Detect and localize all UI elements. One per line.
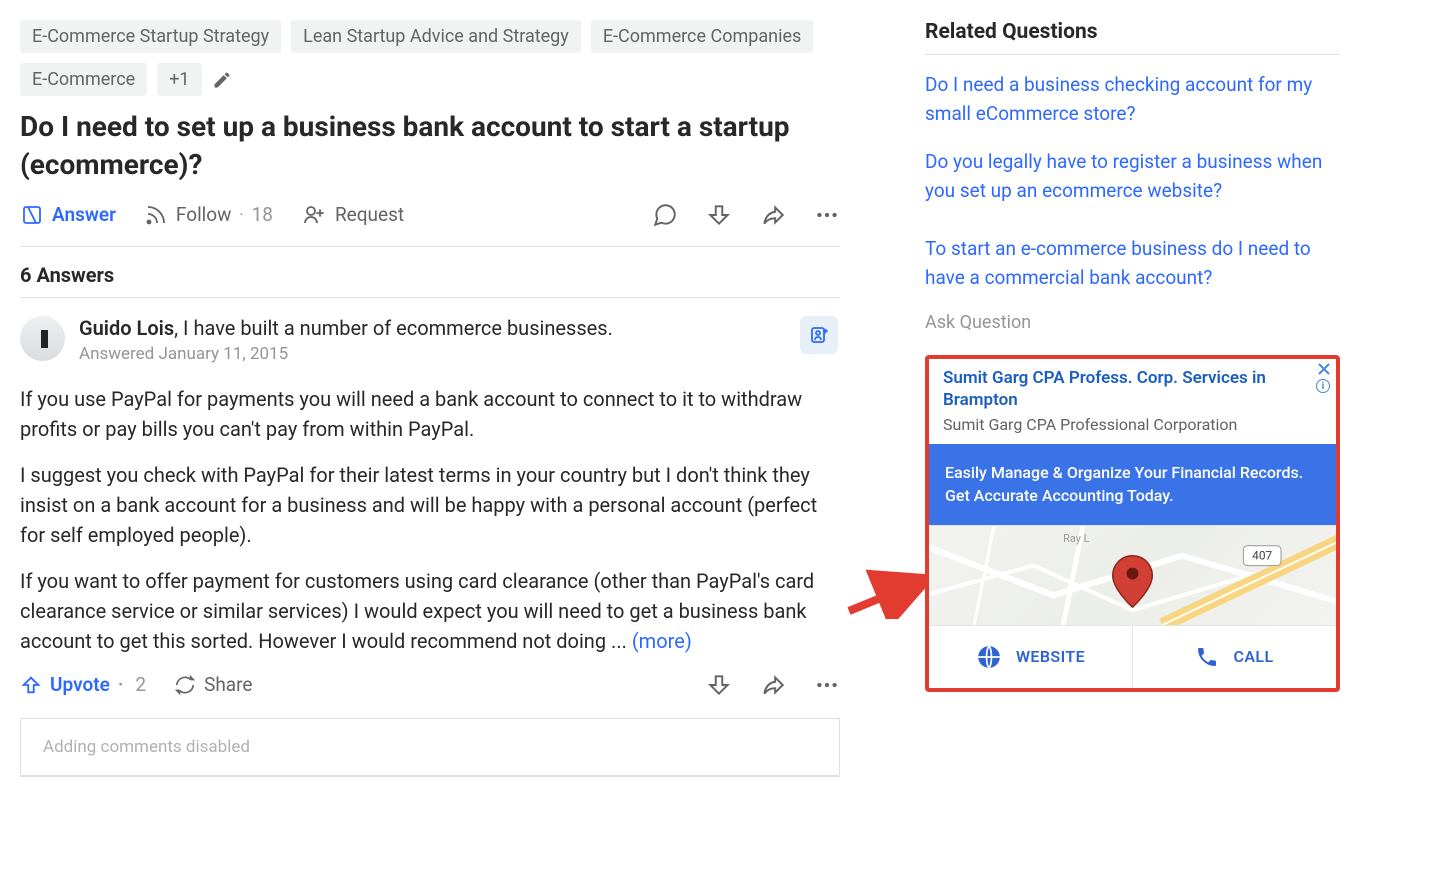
ad-button-row: WEBSITE CALL — [929, 625, 1336, 688]
globe-icon — [976, 644, 1002, 670]
ad-header: i Sumit Garg CPA Profess. Corp. Services… — [929, 359, 1336, 444]
ad-subtitle: Sumit Garg CPA Professional Corporation — [943, 415, 1322, 434]
ad-call-label: CALL — [1233, 647, 1273, 666]
ad-close-button[interactable] — [1318, 363, 1330, 379]
person-plus-icon — [807, 323, 831, 347]
comment-icon — [652, 202, 678, 228]
topic-tag-row-2: E-Commerce +1 — [20, 63, 840, 96]
follow-label: Follow — [176, 203, 232, 226]
answer-date[interactable]: Answered January 11, 2015 — [79, 344, 613, 364]
question-title: Do I need to set up a business bank acco… — [20, 108, 840, 184]
follow-button[interactable]: Follow · 18 — [144, 203, 273, 227]
answer-label: Answer — [52, 203, 116, 226]
ad-banner-text: Easily Manage & Organize Your Financial … — [929, 444, 1336, 525]
ad-info-button[interactable]: i — [1316, 379, 1330, 393]
main-content: E-Commerce Startup Strategy Lean Startup… — [20, 20, 840, 795]
map-pin-icon — [1113, 556, 1153, 607]
comment-button[interactable] — [652, 202, 678, 228]
topic-tag-row: E-Commerce Startup Strategy Lean Startup… — [20, 20, 840, 53]
share-arrow-icon — [760, 672, 786, 698]
more-icon — [814, 672, 840, 698]
upvote-icon — [20, 674, 42, 696]
ask-question-link[interactable]: Ask Question — [925, 312, 1340, 333]
related-question-link[interactable]: Do I need a business checking account fo… — [925, 71, 1340, 128]
downvote-icon — [706, 672, 732, 698]
topic-tag[interactable]: Lean Startup Advice and Strategy — [291, 20, 581, 53]
downvote-icon — [706, 202, 732, 228]
annotation-arrow-icon — [844, 569, 934, 619]
ad-call-button[interactable]: CALL — [1132, 626, 1336, 688]
divider — [925, 54, 1340, 55]
downvote-button[interactable] — [706, 202, 732, 228]
answer-header: Guido Lois, I have built a number of eco… — [20, 316, 840, 364]
follow-count: 18 — [252, 203, 273, 226]
read-more-link[interactable]: (more) — [632, 629, 692, 653]
phone-icon — [1195, 645, 1219, 669]
follow-icon — [144, 203, 168, 227]
topic-tag[interactable]: E-Commerce — [20, 63, 147, 96]
primary-actions: Answer Follow · 18 Request — [20, 203, 404, 227]
more-options-button[interactable] — [814, 202, 840, 228]
route-shield-icon: 407 — [1243, 546, 1281, 566]
more-icon — [814, 202, 840, 228]
question-action-bar: Answer Follow · 18 Request — [20, 202, 840, 247]
upvote-label: Upvote — [50, 673, 110, 696]
pencil-icon — [212, 70, 232, 90]
answer-button[interactable]: Answer — [20, 203, 116, 227]
answer-paragraph: If you want to offer payment for custome… — [20, 566, 840, 656]
share-arrow-button[interactable] — [760, 202, 786, 228]
answer-icon — [20, 203, 44, 227]
request-button[interactable]: Request — [301, 203, 404, 227]
share-arrow-answer-button[interactable] — [760, 672, 786, 698]
share-button[interactable]: Share — [174, 673, 252, 696]
ad-title[interactable]: Sumit Garg CPA Profess. Corp. Services i… — [943, 367, 1322, 411]
more-topics-tag[interactable]: +1 — [157, 63, 201, 96]
related-questions-heading: Related Questions — [925, 20, 1340, 44]
author-name[interactable]: Guido Lois — [79, 316, 174, 340]
divider — [20, 297, 840, 298]
request-label: Request — [335, 203, 404, 226]
request-icon — [301, 203, 327, 227]
svg-text:Ray L: Ray L — [1063, 532, 1089, 545]
svg-text:407: 407 — [1252, 549, 1272, 563]
answer-paragraph: If you use PayPal for payments you will … — [20, 384, 840, 444]
ad-website-label: WEBSITE — [1016, 647, 1085, 666]
ad-map[interactable]: Ray L 407 — [929, 525, 1336, 625]
author-avatar[interactable] — [20, 316, 65, 361]
author-credential: , I have built a number of ecommerce bus… — [174, 316, 613, 340]
answer-meta: Guido Lois, I have built a number of eco… — [79, 316, 613, 364]
answer-body: If you use PayPal for payments you will … — [20, 384, 840, 656]
recycle-share-icon — [174, 674, 196, 696]
ad-website-button[interactable]: WEBSITE — [929, 626, 1132, 688]
answer-action-bar: Upvote · 2 Share — [20, 672, 840, 698]
share-arrow-icon — [760, 202, 786, 228]
edit-topics-button[interactable] — [212, 70, 232, 90]
divider — [20, 776, 840, 777]
topic-tag[interactable]: E-Commerce Startup Strategy — [20, 20, 281, 53]
upvote-button[interactable]: Upvote · 2 — [20, 673, 146, 696]
close-icon — [1318, 363, 1330, 375]
related-question-link[interactable]: Do you legally have to register a busine… — [925, 148, 1340, 205]
ad-container: i Sumit Garg CPA Profess. Corp. Services… — [925, 355, 1340, 692]
answer-paragraph: I suggest you check with PayPal for thei… — [20, 460, 840, 550]
downvote-answer-button[interactable] — [706, 672, 732, 698]
answers-count-heading: 6 Answers — [20, 263, 840, 287]
upvote-count: 2 — [135, 673, 146, 696]
more-answer-options-button[interactable] — [814, 672, 840, 698]
follow-author-button[interactable] — [800, 316, 838, 354]
secondary-actions — [652, 202, 840, 228]
comments-disabled-box: Adding comments disabled — [20, 718, 840, 776]
sidebar: Related Questions Do I need a business c… — [925, 20, 1340, 795]
related-question-link[interactable]: To start an e-commerce business do I nee… — [925, 235, 1340, 292]
topic-tag[interactable]: E-Commerce Companies — [591, 20, 813, 53]
share-label: Share — [204, 673, 252, 696]
